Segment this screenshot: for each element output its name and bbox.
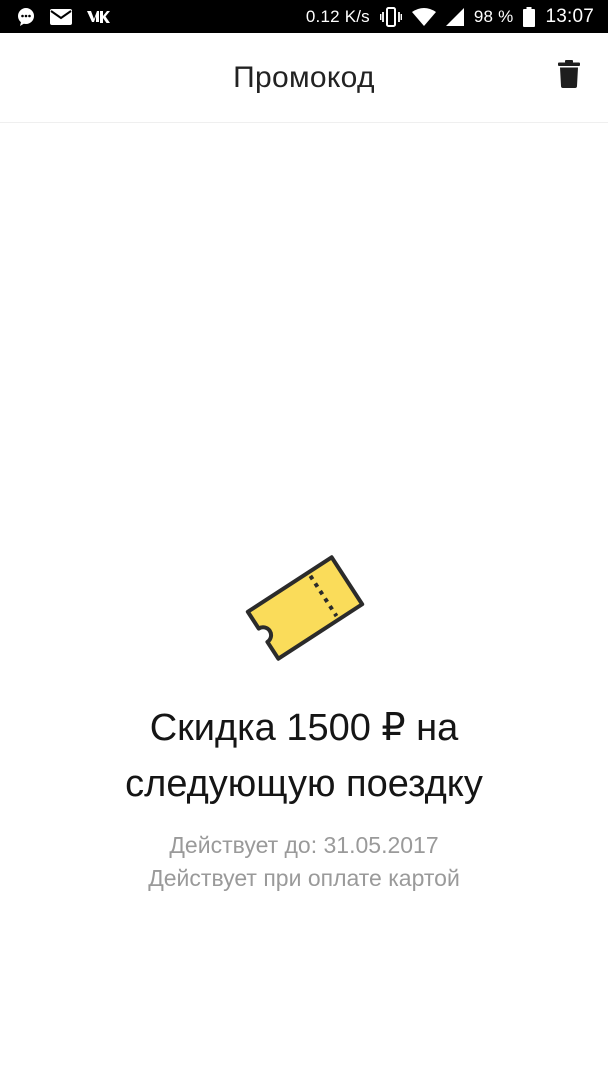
app-header: Промокод bbox=[0, 33, 608, 123]
delete-promocode-button[interactable] bbox=[554, 59, 584, 93]
vibrate-icon bbox=[379, 6, 402, 27]
vk-icon bbox=[86, 10, 110, 24]
status-bar: 0.12 K/s 98 % 13:07 bbox=[0, 0, 608, 33]
network-speed: 0.12 K/s bbox=[305, 6, 370, 26]
promo-content: Скидка 1500 ₽ на следующую поездку Дейст… bbox=[0, 124, 608, 1080]
page-title: Промокод bbox=[233, 61, 375, 94]
promo-title-line1: Скидка 1500 ₽ на bbox=[149, 707, 459, 749]
ticket-icon bbox=[238, 548, 372, 668]
promo-title: Скидка 1500 ₽ на следующую поездку bbox=[40, 700, 568, 812]
status-bar-system: 0.12 K/s 98 % 13:07 bbox=[306, 6, 594, 28]
mail-icon bbox=[50, 8, 72, 25]
valid-until-text: Действует до: 31.05.2017 bbox=[169, 832, 439, 858]
signal-icon bbox=[445, 7, 464, 26]
battery-icon bbox=[523, 6, 536, 27]
chat-icon bbox=[16, 7, 36, 27]
battery-percent: 98 % bbox=[473, 6, 514, 26]
payment-condition-text: Действует при оплате картой bbox=[148, 865, 460, 891]
clock: 13:07 bbox=[545, 5, 594, 27]
promo-title-line2: следующую поездку bbox=[125, 763, 483, 805]
status-bar-notifications bbox=[16, 7, 110, 27]
wifi-icon bbox=[411, 7, 436, 26]
trash-icon bbox=[558, 59, 580, 93]
